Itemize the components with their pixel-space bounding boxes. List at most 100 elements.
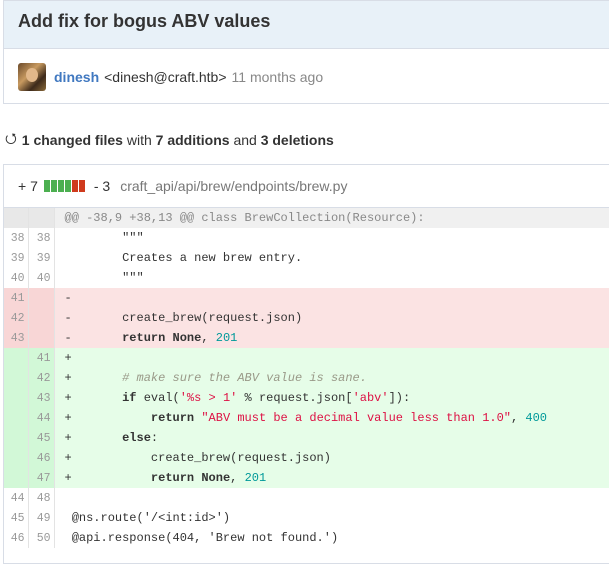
old-line-number[interactable] xyxy=(4,348,29,368)
new-line-number[interactable]: 47 xyxy=(28,468,55,488)
avatar[interactable] xyxy=(18,63,46,91)
deletions-count: 3 deletions xyxy=(260,132,334,148)
old-line-number[interactable] xyxy=(4,468,29,488)
author-name-link[interactable]: dinesh xyxy=(54,69,99,85)
code-token: return xyxy=(122,331,166,345)
new-line-number[interactable] xyxy=(28,328,55,348)
file-path-link[interactable]: craft_api/api/brew/endpoints/brew.py xyxy=(120,178,347,194)
code-token: + xyxy=(64,391,123,405)
commit-time: 11 months ago xyxy=(231,69,324,85)
code-token: - create_brew(request.json) xyxy=(64,311,303,325)
diff-line-ctx: 44 48 xyxy=(4,488,609,508)
code-token: - xyxy=(64,331,123,345)
new-line-number[interactable]: 41 xyxy=(28,348,55,368)
code-line: @api.response(404, 'Brew not found.') xyxy=(54,528,609,548)
code-token: + create_brew(request.json) xyxy=(64,451,331,465)
code-line: Creates a new brew entry. xyxy=(54,248,609,268)
code-token: 400 xyxy=(525,411,548,425)
old-line-number[interactable]: 41 xyxy=(4,288,29,308)
old-line-number[interactable] xyxy=(4,388,29,408)
code-token: return xyxy=(150,411,195,425)
commit-header: Add fix for bogus ABV values dinesh <din… xyxy=(3,0,609,104)
hunk-new-ln xyxy=(28,208,55,228)
new-line-number[interactable]: 39 xyxy=(28,248,55,268)
code-token: None xyxy=(172,331,202,345)
code-token: + xyxy=(64,351,72,365)
code-line: """ xyxy=(54,268,609,288)
changed-files-count: 1 changed files xyxy=(21,132,123,148)
new-line-number[interactable]: 44 xyxy=(28,408,55,428)
new-line-number[interactable]: 38 xyxy=(28,228,55,248)
code-token: , xyxy=(201,331,216,345)
new-line-number[interactable]: 49 xyxy=(28,508,55,528)
old-line-number[interactable]: 46 xyxy=(4,528,29,548)
code-line: @ns.route('/<int:id>') xyxy=(54,508,609,528)
code-line: - xyxy=(54,288,609,308)
code-line: + xyxy=(54,348,609,368)
file-diff: + 7 - 3 craft_api/api/brew/endpoints/bre… xyxy=(3,164,609,564)
new-line-number[interactable]: 50 xyxy=(28,528,55,548)
new-line-number[interactable]: 42 xyxy=(28,368,55,388)
code-line: + # make sure the ABV value is sane. xyxy=(54,368,609,388)
code-line: """ xyxy=(54,228,609,248)
code-token: """ xyxy=(64,231,144,245)
code-token: + xyxy=(64,431,123,445)
diff-line-add: 43 + if eval('%s > 1' % request.json['abv… xyxy=(4,388,609,408)
code-line: + else: xyxy=(54,428,609,448)
new-line-number[interactable]: 45 xyxy=(28,428,55,448)
code-token: 'abv' xyxy=(352,391,389,405)
commit-title: Add fix for bogus ABV values xyxy=(4,1,609,49)
old-line-number[interactable]: 45 xyxy=(4,508,29,528)
new-line-number[interactable] xyxy=(28,308,55,328)
new-line-number[interactable]: 40 xyxy=(28,268,55,288)
old-line-number[interactable]: 39 xyxy=(4,248,29,268)
old-line-number[interactable] xyxy=(4,408,29,428)
code-token: @api.response(404, 'Brew not found.') xyxy=(64,531,339,545)
diff-line-add: 41 + xyxy=(4,348,609,368)
code-token: eval( xyxy=(136,391,180,405)
old-line-number[interactable] xyxy=(4,448,29,468)
new-line-number[interactable] xyxy=(28,288,55,308)
code-line: - create_brew(request.json) xyxy=(54,308,609,328)
old-line-number[interactable]: 40 xyxy=(4,268,29,288)
diff-line-del: 43 - return None, 201 xyxy=(4,328,609,348)
code-token: @ns.route('/<int:id>') xyxy=(64,511,231,525)
new-line-number[interactable]: 46 xyxy=(28,448,55,468)
code-token: """ xyxy=(64,271,144,285)
code-token: Creates a new brew entry. xyxy=(64,251,303,265)
diff-line-add: 45 + else: xyxy=(4,428,609,448)
file-header: + 7 - 3 craft_api/api/brew/endpoints/bre… xyxy=(4,165,609,208)
diffbar-add-block xyxy=(57,180,64,192)
old-line-number[interactable]: 42 xyxy=(4,308,29,328)
diff-line-ctx: 46 50 @api.response(404, 'Brew not found.… xyxy=(4,528,609,548)
code-line: + create_brew(request.json) xyxy=(54,448,609,468)
code-token: - xyxy=(64,291,72,305)
code-line: + return "ABV must be a decimal value le… xyxy=(54,408,609,428)
old-line-number[interactable] xyxy=(4,368,29,388)
old-line-number[interactable]: 44 xyxy=(4,488,29,508)
code-token: '%s > 1' xyxy=(179,391,238,405)
old-line-number[interactable]: 38 xyxy=(4,228,29,248)
code-token: % request.json[ xyxy=(237,391,353,405)
diff-line-add: 44 + return "ABV must be a decimal value … xyxy=(4,408,609,428)
code-token: return xyxy=(150,471,195,485)
summary-with: with xyxy=(126,132,152,148)
code-token: "ABV must be a decimal value less than 1… xyxy=(201,411,511,425)
summary-and: and xyxy=(233,132,257,148)
code-token: # make sure the ABV value is sane. xyxy=(122,371,367,385)
diff-summary: ⭯ 1 changed files with 7 additions and 3… xyxy=(5,128,334,152)
new-line-number[interactable]: 48 xyxy=(28,488,55,508)
diff-line-add: 42 + # make sure the ABV value is sane. xyxy=(4,368,609,388)
code-token: , xyxy=(511,411,526,425)
code-token: if xyxy=(122,391,137,405)
file-additions: + 7 xyxy=(18,178,38,194)
old-line-number[interactable]: 43 xyxy=(4,328,29,348)
additions-count: 7 additions xyxy=(155,132,230,148)
diffbar-add-block xyxy=(43,180,50,192)
old-line-number[interactable] xyxy=(4,428,29,448)
new-line-number[interactable]: 43 xyxy=(28,388,55,408)
code-token: ]): xyxy=(388,391,411,405)
file-deletions: - 3 xyxy=(93,178,111,194)
code-token: else xyxy=(122,431,151,445)
